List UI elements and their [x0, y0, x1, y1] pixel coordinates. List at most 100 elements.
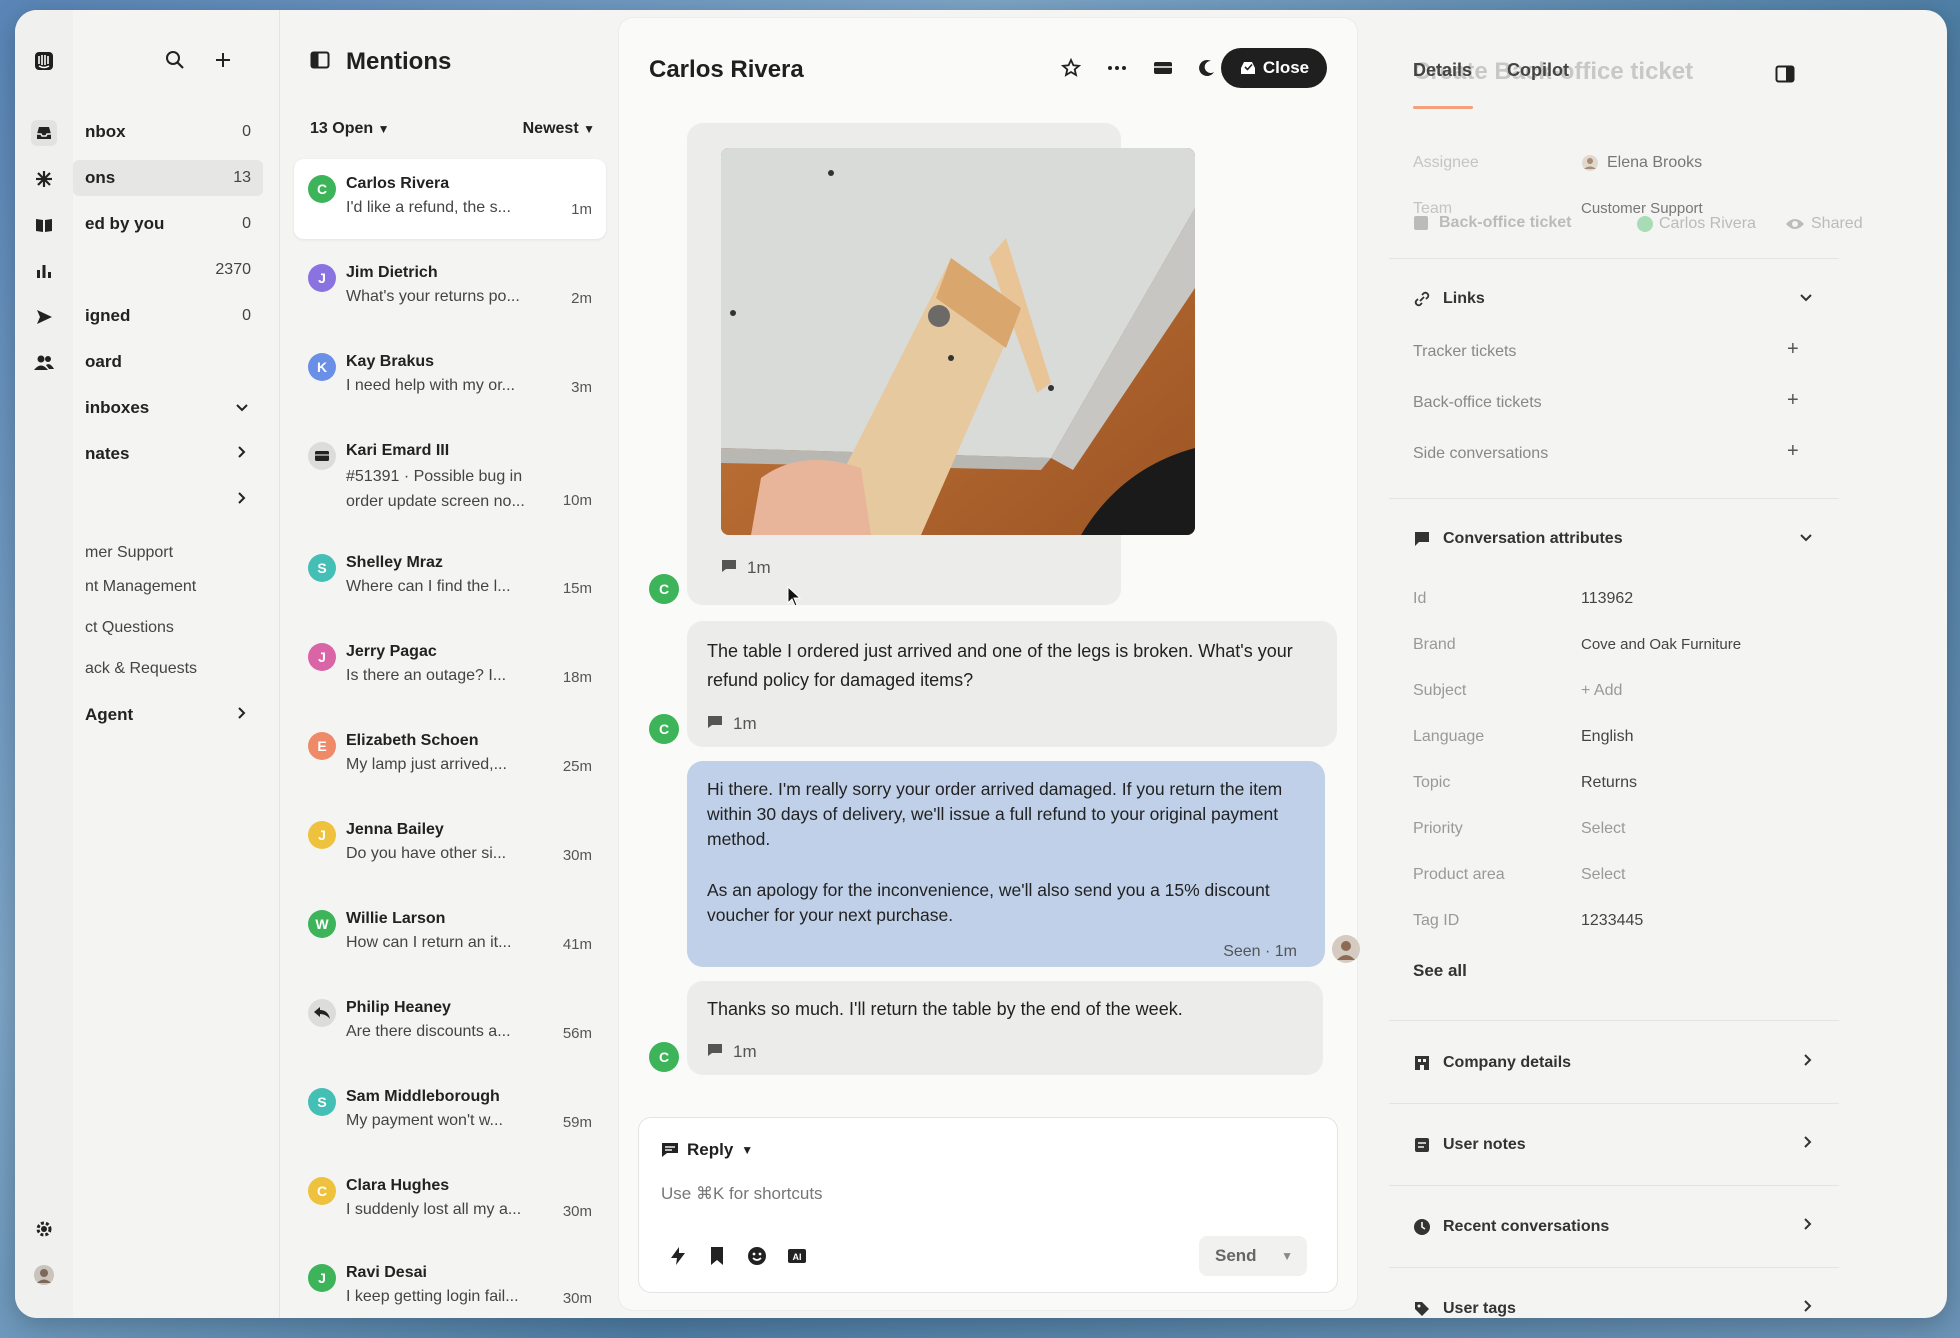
chat-bubble-icon	[707, 1037, 723, 1066]
lightning-macro-icon[interactable]	[669, 1246, 687, 1271]
contact-avatar: J	[308, 1264, 336, 1292]
user-tags-section[interactable]: User tags	[1413, 1299, 1813, 1318]
attribute-value[interactable]: 1233445	[1581, 912, 1643, 930]
nav-item-team-inboxes[interactable]: inboxes	[73, 390, 263, 426]
star-icon[interactable]	[1053, 50, 1089, 86]
person-chip-avatar	[1637, 216, 1653, 232]
message-time: 15m	[562, 580, 592, 597]
reply-mode-dropdown[interactable]: Reply ▼	[661, 1140, 753, 1160]
attribute-value[interactable]: Returns	[1581, 774, 1637, 792]
conversation-attributes-header[interactable]: Conversation attributes	[1413, 530, 1813, 548]
attribute-value[interactable]: Select	[1581, 866, 1625, 884]
attribute-value[interactable]: English	[1581, 728, 1633, 746]
add-side-conversation-plus-icon[interactable]: +	[1787, 440, 1799, 463]
contacts-people-icon[interactable]	[31, 350, 57, 376]
links-section-header[interactable]: Links	[1413, 290, 1813, 308]
search-icon[interactable]	[165, 50, 185, 75]
contact-avatar: J	[308, 264, 336, 292]
nav-sub-feedback-requests[interactable]: ack & Requests	[73, 660, 197, 678]
contact-avatar: J	[308, 643, 336, 671]
conversation-list-item[interactable]: S Sam Middleborough My payment won't w... 5…	[294, 1072, 606, 1152]
tab-copilot[interactable]: Copilot	[1507, 60, 1569, 81]
open-filter-dropdown[interactable]: 13 Open ▼	[310, 120, 389, 138]
ai-compose-icon[interactable]: AI	[787, 1248, 807, 1269]
conversation-list-item[interactable]: J Ravi Desai I keep getting login fail... 3…	[294, 1248, 606, 1318]
nav-item-mentions[interactable]: ons 13	[73, 160, 263, 196]
nav-item-created-by-you[interactable]: ed by you 0	[73, 206, 263, 242]
conversation-list-item[interactable]: J Jenna Bailey Do you have other si... 30m	[294, 805, 606, 885]
message-preview: #51391 · Possible bug in order update sc…	[346, 468, 525, 510]
broken-table-leg-photo[interactable]	[721, 148, 1195, 535]
close-conversation-button[interactable]: Close	[1221, 48, 1327, 88]
new-conversation-plus-icon[interactable]	[213, 50, 233, 75]
conversation-list-item[interactable]: W Willie Larson How can I return an it... 4…	[294, 894, 606, 974]
chevron-right-icon	[1803, 1053, 1813, 1072]
conversation-list-item[interactable]: J Jim Dietrich What's your returns po... 2m	[294, 248, 606, 328]
building-icon	[1415, 1055, 1429, 1070]
nav-item-inbox[interactable]: nbox 0	[73, 114, 263, 150]
assignee-value[interactable]: Elena Brooks	[1581, 154, 1702, 172]
contact-avatar: S	[308, 554, 336, 582]
nav-item-views[interactable]	[73, 482, 263, 518]
contact-name: Carlos Rivera	[346, 175, 450, 192]
sidebar-toggle-icon[interactable]	[310, 48, 330, 76]
attribute-value[interactable]: + Add	[1581, 682, 1622, 700]
add-tracker-ticket-plus-icon[interactable]: +	[1787, 338, 1799, 361]
mouse-cursor-icon	[787, 585, 802, 613]
bookmark-article-icon[interactable]	[709, 1246, 725, 1271]
conversation-title: Carlos Rivera	[649, 56, 804, 83]
send-button[interactable]: Send ▼	[1199, 1236, 1307, 1276]
conversation-list-item[interactable]: K Kay Brakus I need help with my or... 3m	[294, 337, 606, 417]
attribute-value[interactable]: Select	[1581, 820, 1625, 838]
nav-item-all[interactable]: 2370	[73, 252, 263, 288]
tab-details[interactable]: Details	[1413, 60, 1472, 81]
conversation-list-item[interactable]: J Jerry Pagac Is there an outage? I... 18m	[294, 627, 606, 707]
message-preview: I'd like a refund, the s...	[346, 199, 511, 216]
company-details-section[interactable]: Company details	[1413, 1053, 1813, 1072]
conversation-list-item[interactable]: Kari Emard III #51391 · Possible bug in o…	[294, 426, 606, 530]
attribute-value[interactable]: Cove and Oak Furniture	[1581, 636, 1741, 653]
contact-name: Philip Heaney	[346, 999, 451, 1016]
recent-conversations-section[interactable]: Recent conversations	[1413, 1217, 1813, 1236]
message-time: 3m	[571, 379, 592, 396]
user-avatar[interactable]	[31, 1262, 57, 1288]
reply-input[interactable]: Use ⌘K for shortcuts	[661, 1184, 1301, 1204]
logo-icon[interactable]	[31, 48, 57, 74]
fin-ai-icon[interactable]	[31, 166, 57, 192]
nav-sub-product-questions[interactable]: ct Questions	[73, 619, 174, 637]
user-notes-section[interactable]: User notes	[1413, 1135, 1813, 1154]
panel-toggle-icon[interactable]	[1767, 56, 1803, 92]
send-options-chevron-icon[interactable]: ▼	[1281, 1249, 1307, 1263]
message-preview: Are there discounts a...	[346, 1023, 511, 1040]
nav-sub-customer-support[interactable]: mer Support	[73, 544, 173, 562]
attribute-label: Tag ID	[1413, 912, 1460, 929]
attribute-value[interactable]: 113962	[1581, 590, 1633, 608]
conversation-list-item[interactable]: S Shelley Mraz Where can I find the l... 15…	[294, 538, 606, 618]
conversation-list-item[interactable]: E Elizabeth Schoen My lamp just arrived,..…	[294, 716, 606, 796]
add-back-office-ticket-plus-icon[interactable]: +	[1787, 389, 1799, 412]
outbound-send-icon[interactable]	[31, 304, 57, 330]
conversation-list-item[interactable]: C Clara Hughes I suddenly lost all my a...…	[294, 1161, 606, 1241]
settings-gear-icon[interactable]	[31, 1216, 57, 1242]
more-options-icon[interactable]	[1099, 50, 1135, 86]
conversation-list-item[interactable]: C Carlos Rivera I'd like a refund, the s..…	[294, 159, 606, 239]
message-preview: Do you have other si...	[346, 845, 507, 862]
emoji-icon[interactable]	[747, 1246, 767, 1271]
ticket-icon[interactable]	[1145, 50, 1181, 86]
list-title: Mentions	[346, 48, 452, 75]
knowledge-book-icon[interactable]	[31, 212, 57, 238]
conversation-list-item[interactable]: Philip Heaney Are there discounts a... 56m	[294, 983, 606, 1063]
nav-item-dashboard[interactable]: oard	[73, 344, 263, 380]
nav-item-unassigned[interactable]: igned 0	[73, 298, 263, 334]
details-sidebar: Create Back-office ticket Details Copilo…	[1367, 18, 1863, 1317]
reports-chart-icon[interactable]	[31, 258, 57, 284]
nav-sub-account-management[interactable]: nt Management	[73, 578, 196, 596]
inbox-icon[interactable]	[31, 120, 57, 146]
nav-item-teammates[interactable]: nates	[73, 436, 263, 472]
contact-name: Clara Hughes	[346, 1177, 450, 1194]
reply-arrow-icon	[314, 1007, 330, 1019]
see-all-link[interactable]: See all	[1413, 961, 1467, 981]
sort-dropdown[interactable]: Newest ▼	[523, 120, 595, 138]
nav-item-agent[interactable]: Agent	[73, 697, 263, 733]
snooze-moon-icon[interactable]	[1189, 50, 1225, 86]
